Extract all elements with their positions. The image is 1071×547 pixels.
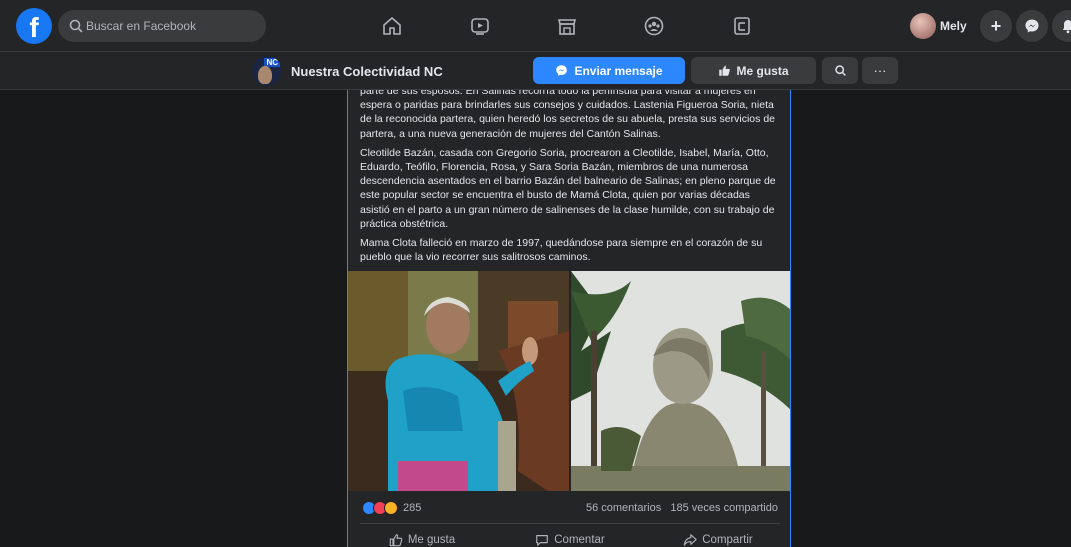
engagement-counts: 56 comentarios 185 veces compartido [586, 502, 778, 514]
comments-count[interactable]: 56 comentarios [586, 502, 661, 514]
profile-shortcut[interactable]: Mely [910, 12, 967, 40]
facebook-logo[interactable]: f [16, 8, 52, 44]
post-stats: 285 56 comentarios 185 veces compartido [348, 499, 790, 521]
messenger-icon [556, 65, 568, 76]
photo-bust-statue[interactable] [571, 271, 790, 491]
plus-icon: + [990, 15, 1002, 36]
nav-marketplace[interactable] [547, 10, 587, 42]
search-icon [69, 19, 83, 33]
nav-gaming[interactable] [722, 10, 762, 42]
notifications-button[interactable] [1052, 10, 1071, 42]
wow-reaction-icon [384, 501, 398, 515]
groups-icon [644, 16, 664, 36]
nav-groups[interactable] [634, 10, 674, 42]
page-avatar-face [258, 66, 272, 84]
post-card: parte de sus esposos. En Salinas recorrí… [347, 90, 791, 547]
like-page-button[interactable]: Me gusta [691, 57, 816, 84]
messenger-button[interactable] [1016, 10, 1048, 42]
page-avatar[interactable]: NC [252, 56, 282, 86]
post-paragraph: Mama Clota falleció en marzo de 1997, qu… [360, 237, 763, 264]
page-search-button[interactable] [822, 57, 858, 84]
gaming-icon [734, 17, 750, 35]
post-actions: Me gusta Comentar Compartir [348, 530, 790, 547]
post-photos [348, 271, 790, 491]
nav-watch[interactable] [460, 10, 500, 42]
divider [360, 523, 780, 524]
like-post-label: Me gusta [407, 534, 456, 546]
like-page-label: Me gusta [736, 63, 789, 78]
more-icon: ··· [873, 63, 887, 78]
watch-icon [471, 18, 489, 35]
search-box[interactable]: Buscar en Facebook [58, 10, 266, 42]
photo-bust-statue-image [571, 271, 790, 491]
send-message-button[interactable]: Enviar mensaje [533, 57, 685, 84]
reaction-count: 285 [403, 502, 422, 514]
home-icon [383, 17, 401, 35]
search-placeholder: Buscar en Facebook [86, 19, 197, 33]
bell-icon [1062, 20, 1071, 34]
thumbs-up-icon [719, 65, 731, 76]
profile-name: Mely [940, 19, 967, 33]
send-message-label: Enviar mensaje [574, 63, 663, 78]
thumbs-up-icon [389, 534, 403, 547]
nav-home[interactable] [372, 10, 412, 42]
top-navigation-bar: f Buscar en Facebook Mely + [0, 0, 1071, 52]
shares-count[interactable]: 185 veces compartido [670, 502, 778, 514]
post-paragraph: parte de sus esposos. En Salinas recorrí… [360, 90, 775, 140]
share-label: Compartir [702, 534, 753, 546]
avatar [910, 13, 936, 39]
comment-icon [536, 535, 549, 546]
share-icon [683, 534, 697, 546]
photo-elderly-woman[interactable] [348, 271, 569, 491]
photo-elderly-woman-image [348, 271, 569, 491]
page-name[interactable]: Nuestra Colectividad NC [291, 64, 443, 79]
messenger-icon [1025, 19, 1039, 33]
share-button[interactable]: Compartir [644, 530, 790, 547]
marketplace-icon [557, 19, 577, 35]
search-icon [834, 65, 846, 76]
create-button[interactable]: + [980, 10, 1012, 42]
like-post-button[interactable]: Me gusta [348, 530, 496, 547]
page-more-button[interactable]: ··· [862, 57, 898, 84]
reactions-summary[interactable]: 285 [362, 501, 421, 515]
comment-button[interactable]: Comentar [496, 530, 644, 547]
comment-label: Comentar [554, 534, 605, 546]
page-header-bar: NC Nuestra Colectividad NC Enviar mensaj… [0, 52, 1071, 90]
post-paragraph: Cleotilde Bazán, casada con Gregorio Sor… [360, 146, 776, 230]
post-text: parte de sus esposos. En Salinas recorrí… [360, 90, 782, 269]
